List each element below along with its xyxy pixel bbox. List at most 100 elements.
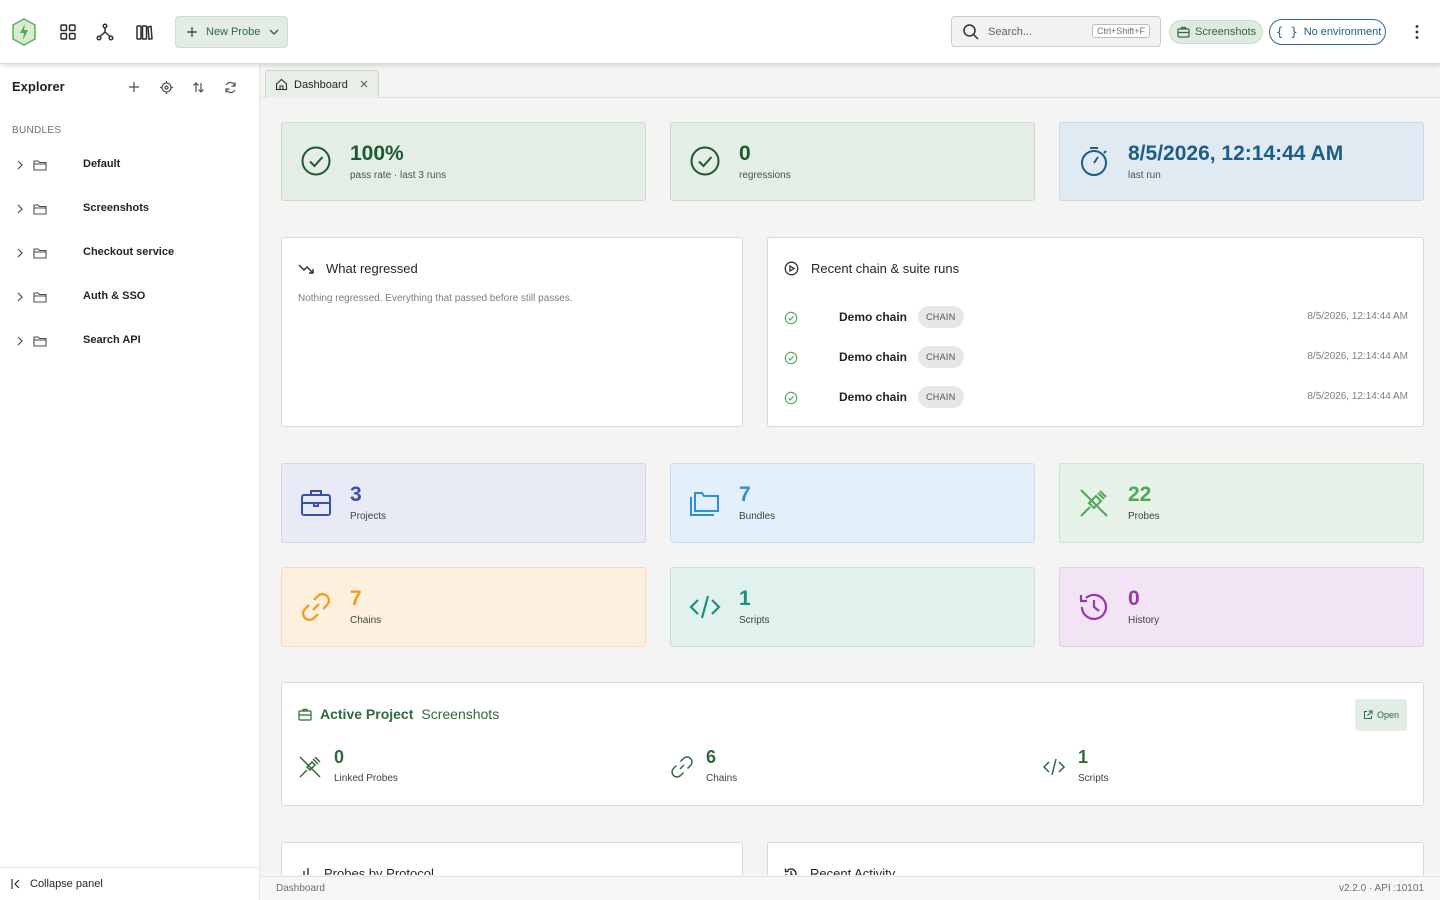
search-input[interactable]: Search... Ctrl+Shift+F: [951, 16, 1161, 47]
chains-stat-card[interactable]: 7 Chains: [281, 567, 646, 647]
collapse-panel-button[interactable]: Collapse panel: [0, 867, 259, 900]
code-icon: [1042, 758, 1066, 776]
run-row[interactable]: Demo chain CHAIN 8/5/2026, 12:14:44 AM: [784, 305, 1408, 329]
ap-stat-label: Scripts: [1078, 773, 1109, 784]
sidebar-item-screenshots[interactable]: Screenshots: [0, 191, 259, 227]
check-circle-icon: [784, 311, 798, 325]
stat-value: 3: [350, 483, 362, 506]
check-circle-icon: [784, 391, 798, 405]
history-stat-card[interactable]: 0 History: [1059, 567, 1424, 647]
run-time: 8/5/2026, 12:14:44 AM: [1307, 351, 1408, 362]
add-icon[interactable]: [126, 79, 142, 95]
stat-value: 22: [1128, 483, 1152, 506]
kpi-value: 8/5/2026, 12:14:44 AM: [1128, 142, 1344, 165]
sort-icon[interactable]: [190, 79, 206, 95]
active-project-name: Screenshots: [421, 706, 500, 722]
run-time: 8/5/2026, 12:14:44 AM: [1307, 311, 1408, 322]
braces-icon: { }: [1276, 25, 1298, 39]
ap-stat-value: 1: [1078, 747, 1089, 767]
top-bar: New Probe Search... Ctrl+Shift+F Screens…: [0, 0, 1440, 64]
chain-graph-icon[interactable]: [95, 22, 115, 42]
explorer-sidebar: Explorer BUNDLES Default Screenshots Che…: [0, 64, 260, 900]
refresh-icon[interactable]: [222, 79, 238, 95]
close-icon[interactable]: [358, 78, 370, 90]
stat-label: Scripts: [739, 615, 770, 626]
kpi-value: 0: [739, 142, 751, 165]
tab-label: Dashboard: [294, 78, 348, 91]
plus-icon: [187, 27, 197, 37]
library-icon[interactable]: [134, 22, 154, 42]
what-regressed-title: What regressed: [326, 261, 418, 276]
sidebar-item-label: Screenshots: [83, 202, 150, 214]
recent-runs-panel: Recent chain & suite runs Demo chain CHA…: [767, 237, 1424, 427]
pass-rate-card: 100% pass rate · last 3 runs: [281, 122, 646, 201]
external-link-icon: [1363, 710, 1373, 719]
stat-value: 7: [739, 483, 751, 506]
chevron-right-icon: [17, 204, 23, 214]
sidebar-item-search-api[interactable]: Search API: [0, 323, 259, 359]
tab-dashboard[interactable]: Dashboard: [265, 70, 379, 98]
sidebar-item-checkout-service[interactable]: Checkout service: [0, 235, 259, 271]
ap-stat-label: Chains: [706, 773, 738, 784]
new-probe-label: New Probe: [206, 26, 261, 38]
tab-bar: Dashboard: [260, 64, 1440, 98]
link-icon: [302, 593, 330, 621]
dashboard-main: 100% pass rate · last 3 runs 0 regressio…: [260, 98, 1440, 875]
chains-project-stat: 6 Chains: [670, 747, 870, 793]
sidebar-item-label: Search API: [83, 334, 141, 346]
bundles-section-label: BUNDLES: [12, 125, 62, 136]
sidebar-item-label: Checkout service: [83, 246, 175, 258]
projects-stat-card[interactable]: 3 Projects: [281, 463, 646, 543]
more-vertical-icon[interactable]: [1409, 22, 1425, 42]
grid-icon[interactable]: [58, 22, 78, 42]
sidebar-item-auth-sso[interactable]: Auth & SSO: [0, 279, 259, 315]
chevron-right-icon: [17, 160, 23, 170]
collapse-left-icon: [11, 879, 20, 889]
folders-icon: [690, 492, 719, 516]
bundles-stat-card[interactable]: 7 Bundles: [670, 463, 1035, 543]
stat-value: 1: [739, 587, 751, 610]
last-run-card: 8/5/2026, 12:14:44 AM last run: [1059, 122, 1424, 201]
app-logo[interactable]: [12, 18, 36, 46]
stat-label: Probes: [1128, 511, 1160, 522]
run-name: Demo chain: [839, 350, 908, 364]
probes-stat-card[interactable]: 22 Probes: [1059, 463, 1424, 543]
ap-stat-value: 6: [706, 747, 717, 767]
sidebar-item-default[interactable]: Default: [0, 147, 259, 183]
folder-icon: [33, 292, 47, 303]
code-icon: [689, 595, 721, 619]
chevron-down-icon: [269, 29, 279, 35]
stopwatch-icon: [1081, 147, 1107, 176]
status-bar-version: v2.2.0 · API :10101: [1338, 883, 1424, 894]
run-row[interactable]: Demo chain CHAIN 8/5/2026, 12:14:44 AM: [784, 345, 1408, 369]
run-type-badge: CHAIN: [918, 346, 964, 368]
environment-chip-label: No environment: [1303, 26, 1382, 38]
run-row[interactable]: Demo chain CHAIN 8/5/2026, 12:14:44 AM: [784, 385, 1408, 409]
scripts-stat-card[interactable]: 1 Scripts: [670, 567, 1035, 647]
kpi-label: regressions: [739, 170, 791, 181]
link-icon: [671, 756, 693, 778]
briefcase-icon: [301, 490, 331, 516]
folder-icon: [33, 204, 47, 215]
collapse-panel-label: Collapse panel: [30, 878, 103, 890]
active-project-chip[interactable]: Screenshots: [1169, 20, 1263, 44]
plug-off-icon: [1080, 489, 1108, 517]
briefcase-icon: [298, 708, 312, 721]
open-project-button[interactable]: Open: [1355, 699, 1407, 731]
stat-label: Projects: [350, 511, 387, 522]
recent-activity-panel: Recent Activity: [767, 842, 1424, 875]
history-icon: [1079, 593, 1108, 620]
new-probe-button[interactable]: New Probe: [175, 16, 288, 48]
active-project-key: Active Project: [320, 706, 414, 722]
home-icon: [275, 78, 288, 91]
folder-icon: [33, 336, 47, 347]
environment-chip[interactable]: { } No environment: [1269, 19, 1386, 45]
status-bar: Dashboard v2.2.0 · API :10101: [260, 876, 1440, 900]
probes-by-protocol-title: Probes by Protocol: [324, 866, 434, 875]
explorer-title: Explorer: [12, 79, 65, 94]
what-regressed-empty: Nothing regressed. Everything that passe…: [298, 293, 573, 304]
target-icon[interactable]: [158, 79, 174, 95]
folder-icon: [33, 248, 47, 259]
ap-stat-label: Linked Probes: [334, 773, 398, 784]
probes-by-protocol-panel: Probes by Protocol: [281, 842, 743, 875]
